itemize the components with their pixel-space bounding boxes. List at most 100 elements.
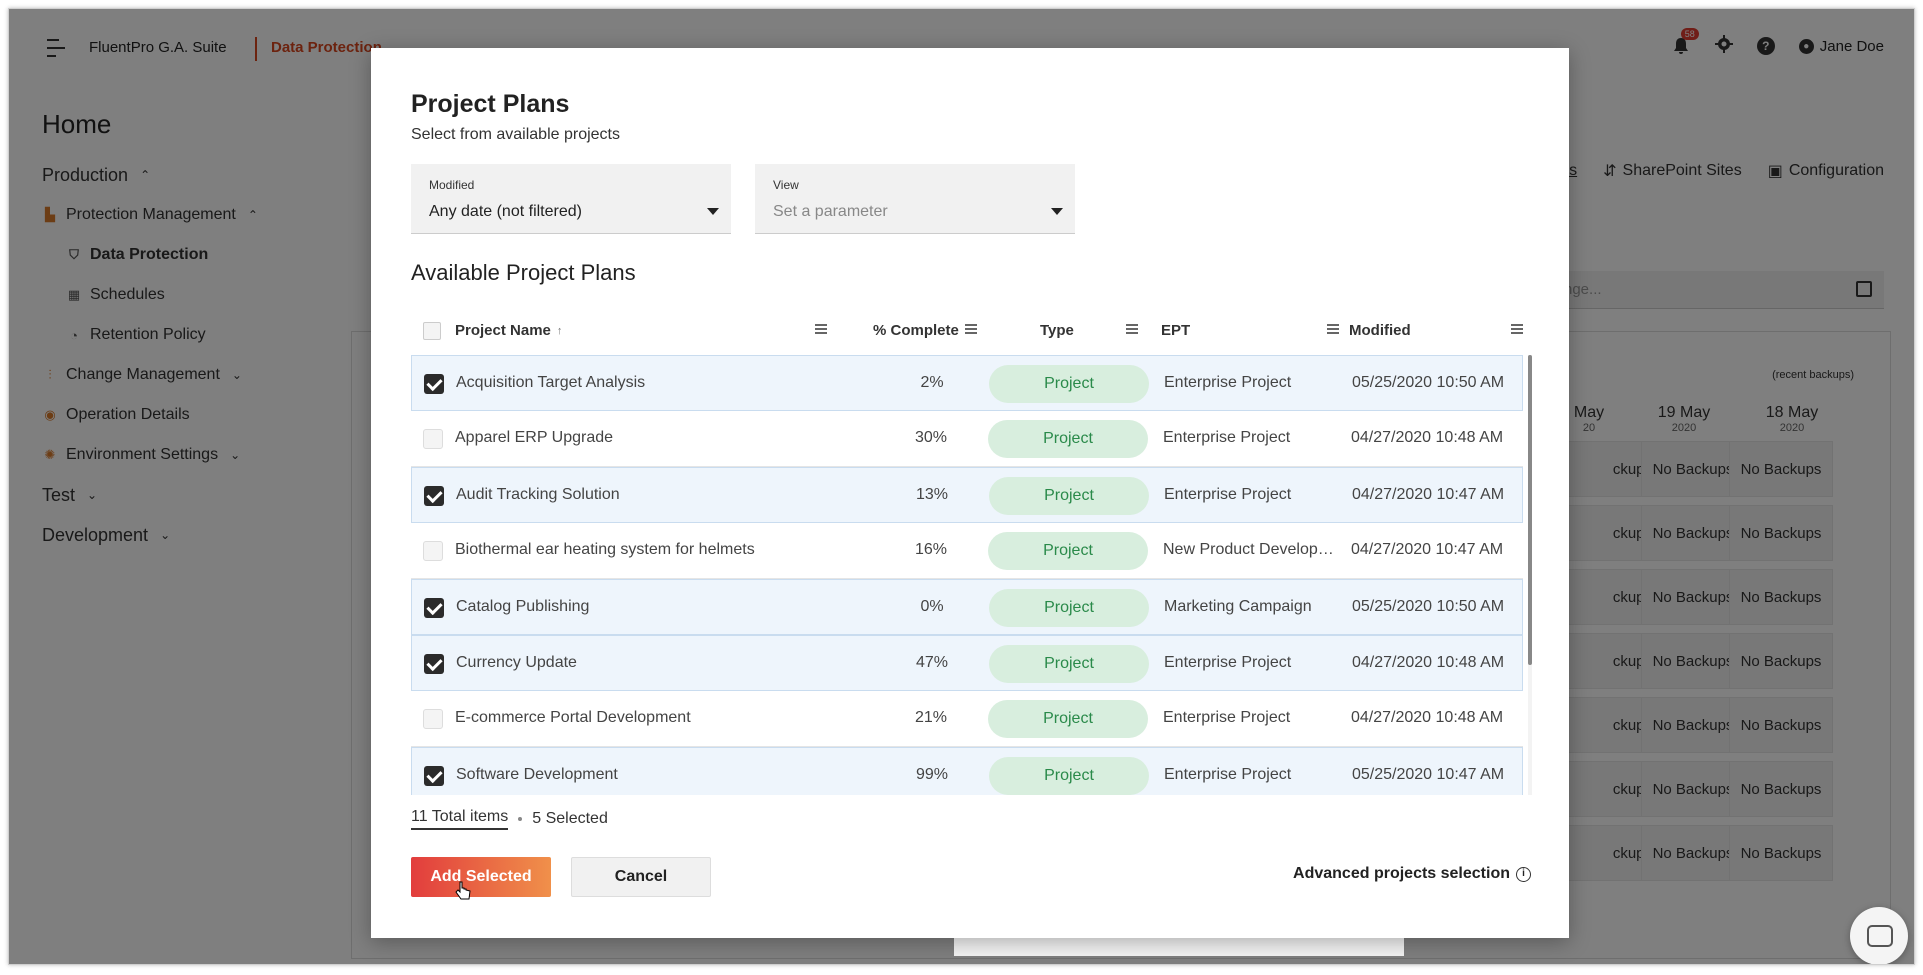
background-strip: [954, 938, 1404, 956]
selected-count: 5 Selected: [532, 810, 608, 827]
project-name: Apparel ERP Upgrade: [455, 429, 614, 446]
type-badge: Project: [989, 477, 1149, 515]
percent-complete: 30%: [914, 429, 948, 446]
percent-complete: 13%: [915, 486, 949, 503]
column-project-name[interactable]: Project Name ↑: [455, 322, 562, 339]
app-window: FluentPro G.A. Suite Data Protection 58 …: [8, 8, 1915, 965]
percent-complete: 99%: [915, 766, 949, 783]
column-label: Type: [1040, 322, 1074, 339]
type-badge: Project: [988, 420, 1148, 458]
column-menu-icon[interactable]: [1511, 324, 1523, 334]
row-checkbox[interactable]: [424, 598, 444, 618]
percent-complete: 0%: [920, 598, 944, 615]
ept-value: Enterprise Project: [1164, 486, 1292, 503]
type-badge: Project: [989, 589, 1149, 627]
row-checkbox[interactable]: [423, 709, 443, 729]
row-checkbox[interactable]: [423, 541, 443, 561]
modified-date: 04/27/2020 10:47 AM: [1351, 541, 1504, 558]
column-menu-icon[interactable]: [1126, 324, 1138, 334]
project-name: Currency Update: [456, 654, 577, 671]
table-row[interactable]: Apparel ERP Upgrade 30% Project Enterprise …: [411, 411, 1523, 467]
modified-filter[interactable]: Modified Any date (not filtered): [411, 164, 731, 234]
project-name: Biothermal ear heating system for helmet…: [455, 541, 755, 558]
ept-value: Enterprise Project: [1164, 374, 1292, 391]
modified-date: 04/27/2020 10:48 AM: [1351, 709, 1504, 726]
row-checkbox[interactable]: [423, 429, 443, 449]
table-row[interactable]: Catalog Publishing 0% Project Marketing Cam…: [411, 579, 1523, 635]
view-filter-label: View: [773, 178, 799, 192]
modified-filter-value: Any date (not filtered): [429, 203, 582, 220]
type-badge: Project: [989, 645, 1149, 683]
project-name: Software Development: [456, 766, 618, 783]
table-row[interactable]: Biothermal ear heating system for helmet…: [411, 523, 1523, 579]
view-filter[interactable]: View Set a parameter: [755, 164, 1075, 234]
table-footer: 11 Total items 5 Selected: [411, 808, 608, 830]
total-items[interactable]: 11 Total items: [411, 808, 509, 830]
project-name: Audit Tracking Solution: [456, 486, 620, 503]
table-body: Acquisition Target Analysis 2% Project Ente…: [411, 355, 1527, 795]
project-name: Catalog Publishing: [456, 598, 590, 615]
project-plans-dialog: Project Plans Select from available proj…: [371, 48, 1569, 938]
select-all-checkbox[interactable]: [423, 322, 441, 340]
percent-complete: 16%: [914, 541, 948, 558]
add-selected-button[interactable]: Add Selected: [411, 857, 551, 897]
ept-value: Enterprise Project: [1163, 429, 1291, 446]
project-name: Acquisition Target Analysis: [456, 374, 646, 391]
table-row[interactable]: Audit Tracking Solution 13% Project Enterpr…: [411, 467, 1523, 523]
column-complete[interactable]: % Complete: [873, 322, 959, 339]
table-row[interactable]: E-commerce Portal Development 21% Project E…: [411, 691, 1523, 747]
column-label: Project Name: [455, 322, 551, 339]
modified-date: 04/27/2020 10:48 AM: [1351, 429, 1504, 446]
column-type[interactable]: Type: [1040, 322, 1074, 339]
ept-value: Marketing Campaign: [1164, 598, 1312, 615]
scrollbar-thumb[interactable]: [1528, 355, 1532, 665]
advanced-selection-link[interactable]: Advanced projects selection i: [1293, 865, 1531, 883]
percent-complete: 2%: [920, 374, 944, 391]
type-badge: Project: [988, 532, 1148, 570]
row-checkbox[interactable]: [424, 374, 444, 394]
modified-date: 04/27/2020 10:48 AM: [1352, 654, 1505, 671]
chat-widget-button[interactable]: [1850, 907, 1908, 964]
table-row[interactable]: Acquisition Target Analysis 2% Project Ente…: [411, 355, 1523, 411]
column-label: % Complete: [873, 322, 959, 339]
advanced-selection-label: Advanced projects selection: [1293, 865, 1510, 882]
view-filter-placeholder: Set a parameter: [773, 203, 888, 220]
column-label: EPT: [1161, 322, 1191, 339]
caret-down-icon: [707, 208, 719, 215]
type-badge: Project: [989, 365, 1149, 403]
row-checkbox[interactable]: [424, 486, 444, 506]
modified-date: 05/25/2020 10:47 AM: [1352, 766, 1505, 783]
modified-date: 04/27/2020 10:47 AM: [1352, 486, 1505, 503]
sort-asc-icon: ↑: [556, 324, 563, 337]
row-checkbox[interactable]: [424, 654, 444, 674]
column-menu-icon[interactable]: [815, 324, 827, 334]
dialog-subtitle: Select from available projects: [411, 126, 620, 143]
project-name: E-commerce Portal Development: [455, 709, 691, 726]
table-row[interactable]: Currency Update 47% Project Enterprise Proj…: [411, 635, 1523, 691]
column-ept[interactable]: EPT: [1161, 322, 1190, 339]
percent-complete: 47%: [915, 654, 949, 671]
column-menu-icon[interactable]: [965, 324, 977, 334]
type-badge: Project: [988, 700, 1148, 738]
modified-filter-label: Modified: [429, 178, 475, 192]
modified-date: 05/25/2020 10:50 AM: [1352, 598, 1505, 615]
row-checkbox[interactable]: [424, 766, 444, 786]
info-icon[interactable]: i: [1516, 866, 1531, 882]
section-title: Available Project Plans: [411, 260, 636, 285]
column-modified[interactable]: Modified: [1349, 322, 1411, 339]
percent-complete: 21%: [914, 709, 948, 726]
ept-value: Enterprise Project: [1163, 709, 1291, 726]
cancel-button[interactable]: Cancel: [571, 857, 711, 897]
dialog-title: Project Plans: [411, 90, 570, 118]
caret-down-icon: [1051, 208, 1063, 215]
separator-dot: [518, 817, 523, 821]
modified-date: 05/25/2020 10:50 AM: [1352, 374, 1505, 391]
hand-cursor-icon: [455, 881, 471, 900]
type-badge: Project: [989, 757, 1149, 795]
ept-value: New Product Development: [1163, 541, 1341, 558]
chat-icon: [1867, 925, 1893, 947]
ept-value: Enterprise Project: [1164, 654, 1292, 671]
table-row[interactable]: Software Development 99% Project Enterprise…: [411, 747, 1523, 795]
column-menu-icon[interactable]: [1327, 324, 1339, 334]
ept-value: Enterprise Project: [1164, 766, 1292, 783]
